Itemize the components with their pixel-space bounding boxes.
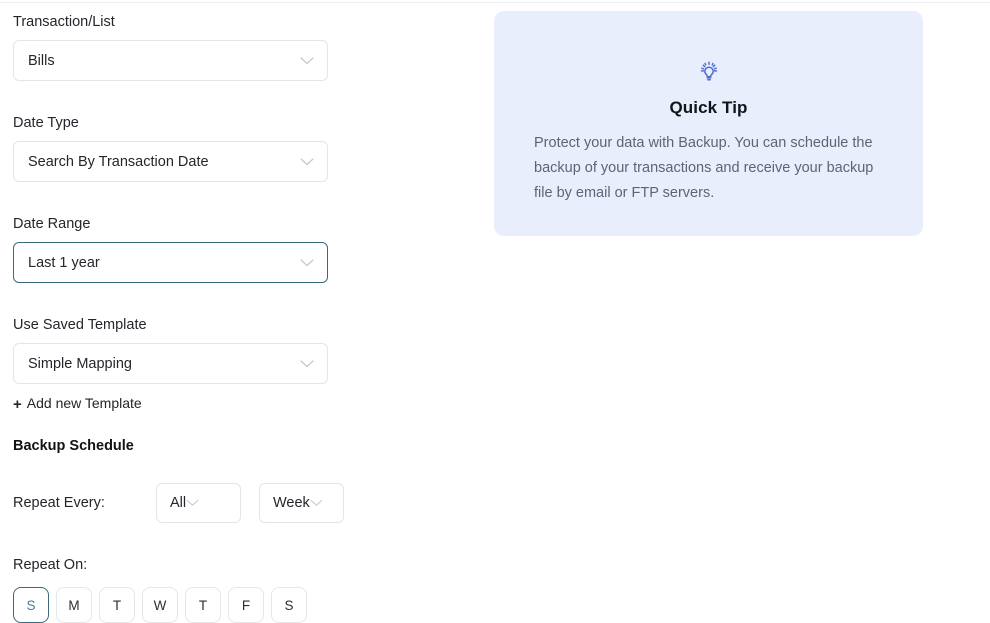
backup-schedule-heading: Backup Schedule: [13, 438, 134, 454]
day-label: T: [112, 597, 122, 613]
add-new-template-link[interactable]: + Add new Template: [13, 395, 142, 412]
day-toggle-saturday[interactable]: S: [271, 587, 307, 623]
day-label: F: [241, 597, 251, 613]
repeat-every-count-value: All: [170, 495, 187, 511]
use-saved-template-select[interactable]: Simple Mapping: [13, 343, 328, 384]
date-range-label: Date Range: [13, 216, 91, 232]
day-toggle-thursday[interactable]: T: [185, 587, 221, 623]
chevron-down-icon: [186, 499, 199, 507]
chevron-down-icon: [300, 56, 314, 65]
use-saved-template-label: Use Saved Template: [13, 317, 147, 333]
quick-tip-title: Quick Tip: [669, 98, 748, 117]
repeat-every-unit-select[interactable]: Week: [259, 483, 344, 523]
quick-tip-panel: Quick Tip Protect your data with Backup.…: [494, 11, 923, 236]
field-group-date-type: Date Type Search By Transaction Date: [13, 114, 470, 182]
repeat-on-label: Repeat On:: [13, 557, 88, 573]
date-range-select[interactable]: Last 1 year: [13, 242, 328, 283]
field-group-transaction-list: Transaction/List Bills: [13, 13, 470, 81]
transaction-list-value: Bills: [28, 52, 55, 69]
day-toggle-wednesday[interactable]: W: [142, 587, 178, 623]
transaction-list-label: Transaction/List: [13, 14, 115, 30]
repeat-every-row: Repeat Every: All Week: [13, 483, 470, 523]
add-new-template-label: Add new Template: [26, 395, 142, 411]
day-toggle-sunday[interactable]: S: [13, 587, 49, 623]
repeat-every-label: Repeat Every:: [13, 495, 105, 511]
transaction-list-select[interactable]: Bills: [13, 40, 328, 81]
day-label: T: [198, 597, 208, 613]
lightbulb-icon: [695, 58, 723, 86]
day-toggle-monday[interactable]: M: [56, 587, 92, 623]
chevron-down-icon: [310, 499, 323, 507]
repeat-every-unit-value: Week: [273, 495, 310, 511]
repeat-every-count-select[interactable]: All: [156, 483, 241, 523]
quick-tip-body: Protect your data with Backup. You can s…: [534, 135, 874, 201]
date-type-label: Date Type: [13, 115, 79, 131]
date-type-select[interactable]: Search By Transaction Date: [13, 141, 328, 182]
chevron-down-icon: [300, 157, 314, 166]
field-group-use-saved-template: Use Saved Template Simple Mapping: [13, 316, 470, 384]
day-toggle-friday[interactable]: F: [228, 587, 264, 623]
date-range-value: Last 1 year: [28, 254, 100, 271]
field-group-date-range: Date Range Last 1 year: [13, 215, 470, 283]
chevron-down-icon: [300, 258, 314, 267]
day-label: S: [26, 597, 36, 613]
backup-settings-form: Transaction/List Bills Date Type Search …: [0, 0, 470, 623]
day-label: W: [153, 597, 167, 613]
chevron-down-icon: [300, 359, 314, 368]
date-type-value: Search By Transaction Date: [28, 153, 209, 170]
day-label: M: [68, 597, 80, 613]
repeat-on-day-group: S M T W T F S: [13, 587, 470, 623]
day-toggle-tuesday[interactable]: T: [99, 587, 135, 623]
plus-icon: +: [13, 396, 22, 413]
day-label: S: [284, 597, 294, 613]
use-saved-template-value: Simple Mapping: [28, 355, 132, 372]
